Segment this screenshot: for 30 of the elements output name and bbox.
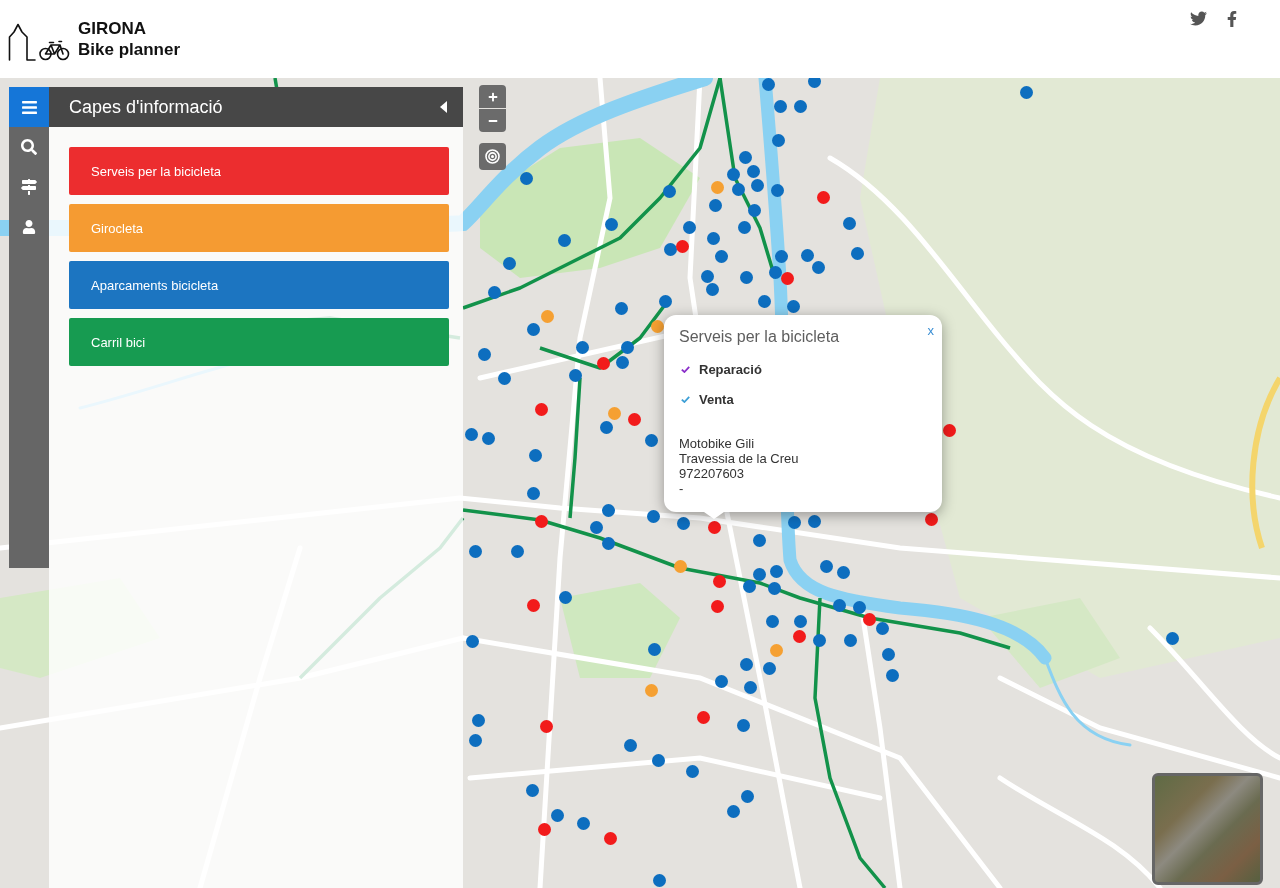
- signpost-icon: [21, 179, 37, 195]
- search-icon: [21, 139, 37, 155]
- target-icon: [485, 149, 500, 164]
- plus-icon: [487, 91, 498, 102]
- layer-button[interactable]: Girocleta: [69, 204, 449, 252]
- locate-button[interactable]: [479, 143, 506, 170]
- bird-icon[interactable]: [1190, 10, 1207, 27]
- layer-button[interactable]: Carril bici: [69, 318, 449, 366]
- site-title: GIRONA: [78, 17, 147, 39]
- menu-button[interactable]: [9, 87, 49, 127]
- menu-icon: [20, 98, 38, 116]
- tower-and-bicycle-icon: [8, 22, 70, 61]
- layer-button[interactable]: Aparcaments bicicleta: [69, 261, 449, 309]
- zoom-in-button[interactable]: [479, 85, 506, 108]
- zoom-out-button[interactable]: [479, 109, 506, 132]
- service-label: Venta: [699, 391, 734, 407]
- service-label: Reparació: [699, 361, 762, 377]
- detail-text: Motobike Gili: [679, 436, 756, 451]
- detail-text: 972207603: [679, 466, 746, 481]
- close-button[interactable]: x: [927, 323, 934, 339]
- layer-button[interactable]: Serveis per la bicicleta: [69, 147, 449, 195]
- popup-title: Serveis per la bicicleta: [679, 327, 841, 347]
- detail-text: -: [679, 481, 685, 496]
- map-marker-icon[interactable]: [807, 78, 821, 88]
- user-icon: [22, 220, 36, 234]
- site-subtitle: Bike planner: [78, 38, 181, 60]
- caret-left-icon: [440, 101, 447, 113]
- panel-title: Capes d'informació: [69, 96, 223, 118]
- collapse-button[interactable]: [440, 101, 447, 113]
- detail-text: Travessia de la Creu: [679, 451, 800, 466]
